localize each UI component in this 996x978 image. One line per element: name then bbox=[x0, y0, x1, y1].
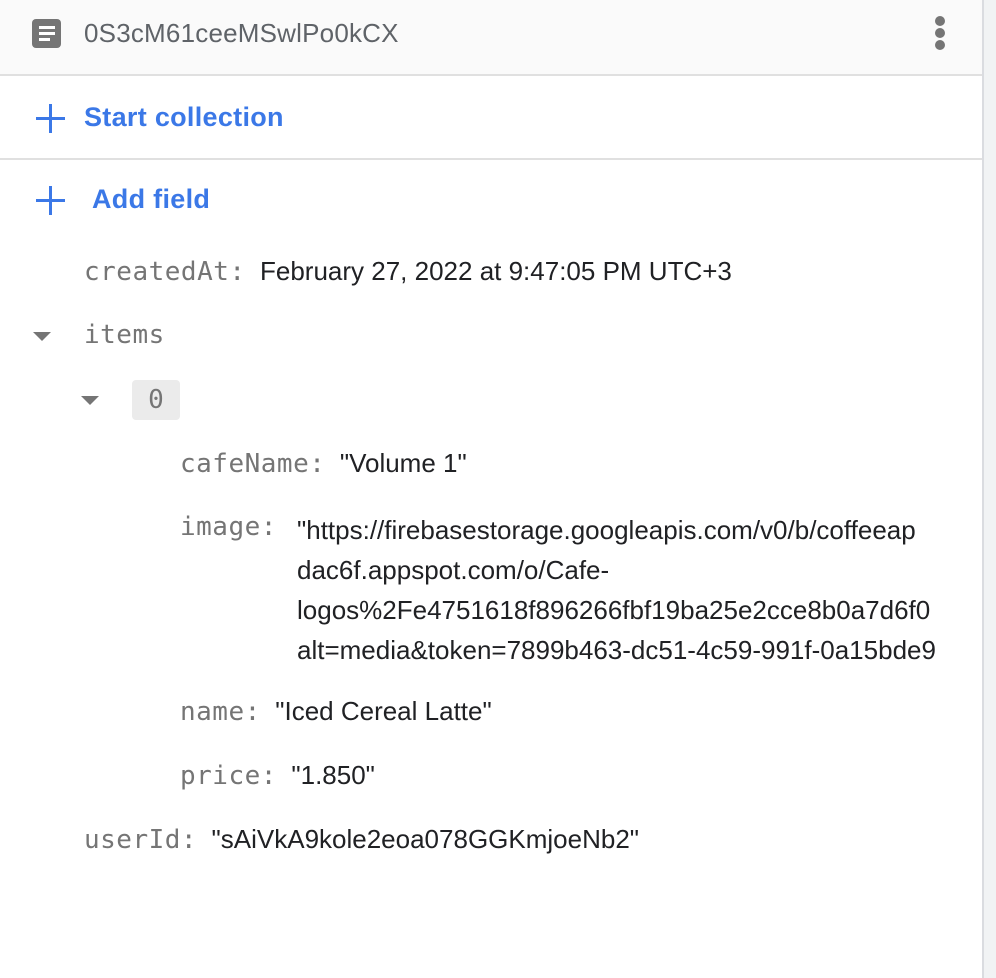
field-key: price: bbox=[180, 761, 277, 791]
field-userId[interactable]: userId: "sAiVkA9kole2eoa078GGKmjoeNb2" bbox=[84, 824, 639, 855]
image-url-line: dac6f.appspot.com/o/Cafe- bbox=[297, 555, 610, 585]
field-image-value: "https://firebasestorage.googleapis.com/… bbox=[297, 510, 982, 670]
plus-icon bbox=[36, 186, 65, 215]
field-key: cafeName: bbox=[180, 449, 326, 479]
field-key: createdAt: bbox=[84, 257, 246, 287]
more-vert-icon[interactable] bbox=[924, 12, 958, 52]
field-createdAt[interactable]: createdAt: February 27, 2022 at 9:47:05 … bbox=[84, 256, 732, 287]
field-name[interactable]: name: "Iced Cereal Latte" bbox=[180, 696, 492, 727]
document-icon bbox=[32, 19, 61, 48]
image-url-line: logos%2Fe4751618f896266fbf19ba25e2cce8b0… bbox=[297, 595, 931, 625]
image-url-line: "https://firebasestorage.googleapis.com/… bbox=[297, 515, 916, 545]
start-collection-label: Start collection bbox=[84, 102, 284, 132]
add-field-label: Add field bbox=[92, 184, 211, 214]
collapse-items-caret-icon[interactable] bbox=[33, 332, 51, 341]
field-key: userId: bbox=[84, 825, 198, 855]
field-key: name: bbox=[180, 697, 261, 727]
collapse-item-0-caret-icon[interactable] bbox=[81, 396, 99, 405]
array-index-badge[interactable]: 0 bbox=[132, 380, 180, 420]
document-id: 0S3cM61ceeMSwlPo0kCX bbox=[84, 18, 399, 48]
field-items[interactable]: items bbox=[84, 320, 165, 350]
field-value: "Iced Cereal Latte" bbox=[275, 696, 492, 726]
field-value: "Volume 1" bbox=[339, 448, 467, 478]
field-key: image: bbox=[180, 512, 277, 542]
field-value: "1.850" bbox=[291, 760, 375, 790]
field-price[interactable]: price: "1.850" bbox=[180, 760, 375, 791]
add-field-button[interactable]: Add field bbox=[0, 160, 982, 240]
panel-divider-scrollbar[interactable] bbox=[982, 0, 996, 978]
document-header: 0S3cM61ceeMSwlPo0kCX bbox=[0, 0, 982, 76]
field-cafeName[interactable]: cafeName: "Volume 1" bbox=[180, 448, 467, 479]
field-value: "sAiVkA9kole2eoa078GGKmjoeNb2" bbox=[211, 824, 640, 854]
image-url-line: alt=media&token=7899b463-dc51-4c59-991f-… bbox=[297, 635, 936, 665]
document-panel: 0S3cM61ceeMSwlPo0kCX Start collection Ad… bbox=[0, 0, 982, 978]
start-collection-button[interactable]: Start collection bbox=[0, 78, 982, 160]
field-image-key[interactable]: image: bbox=[180, 512, 277, 542]
field-value: February 27, 2022 at 9:47:05 PM UTC+3 bbox=[260, 256, 732, 286]
field-key: items bbox=[84, 320, 165, 350]
plus-icon bbox=[36, 104, 65, 133]
